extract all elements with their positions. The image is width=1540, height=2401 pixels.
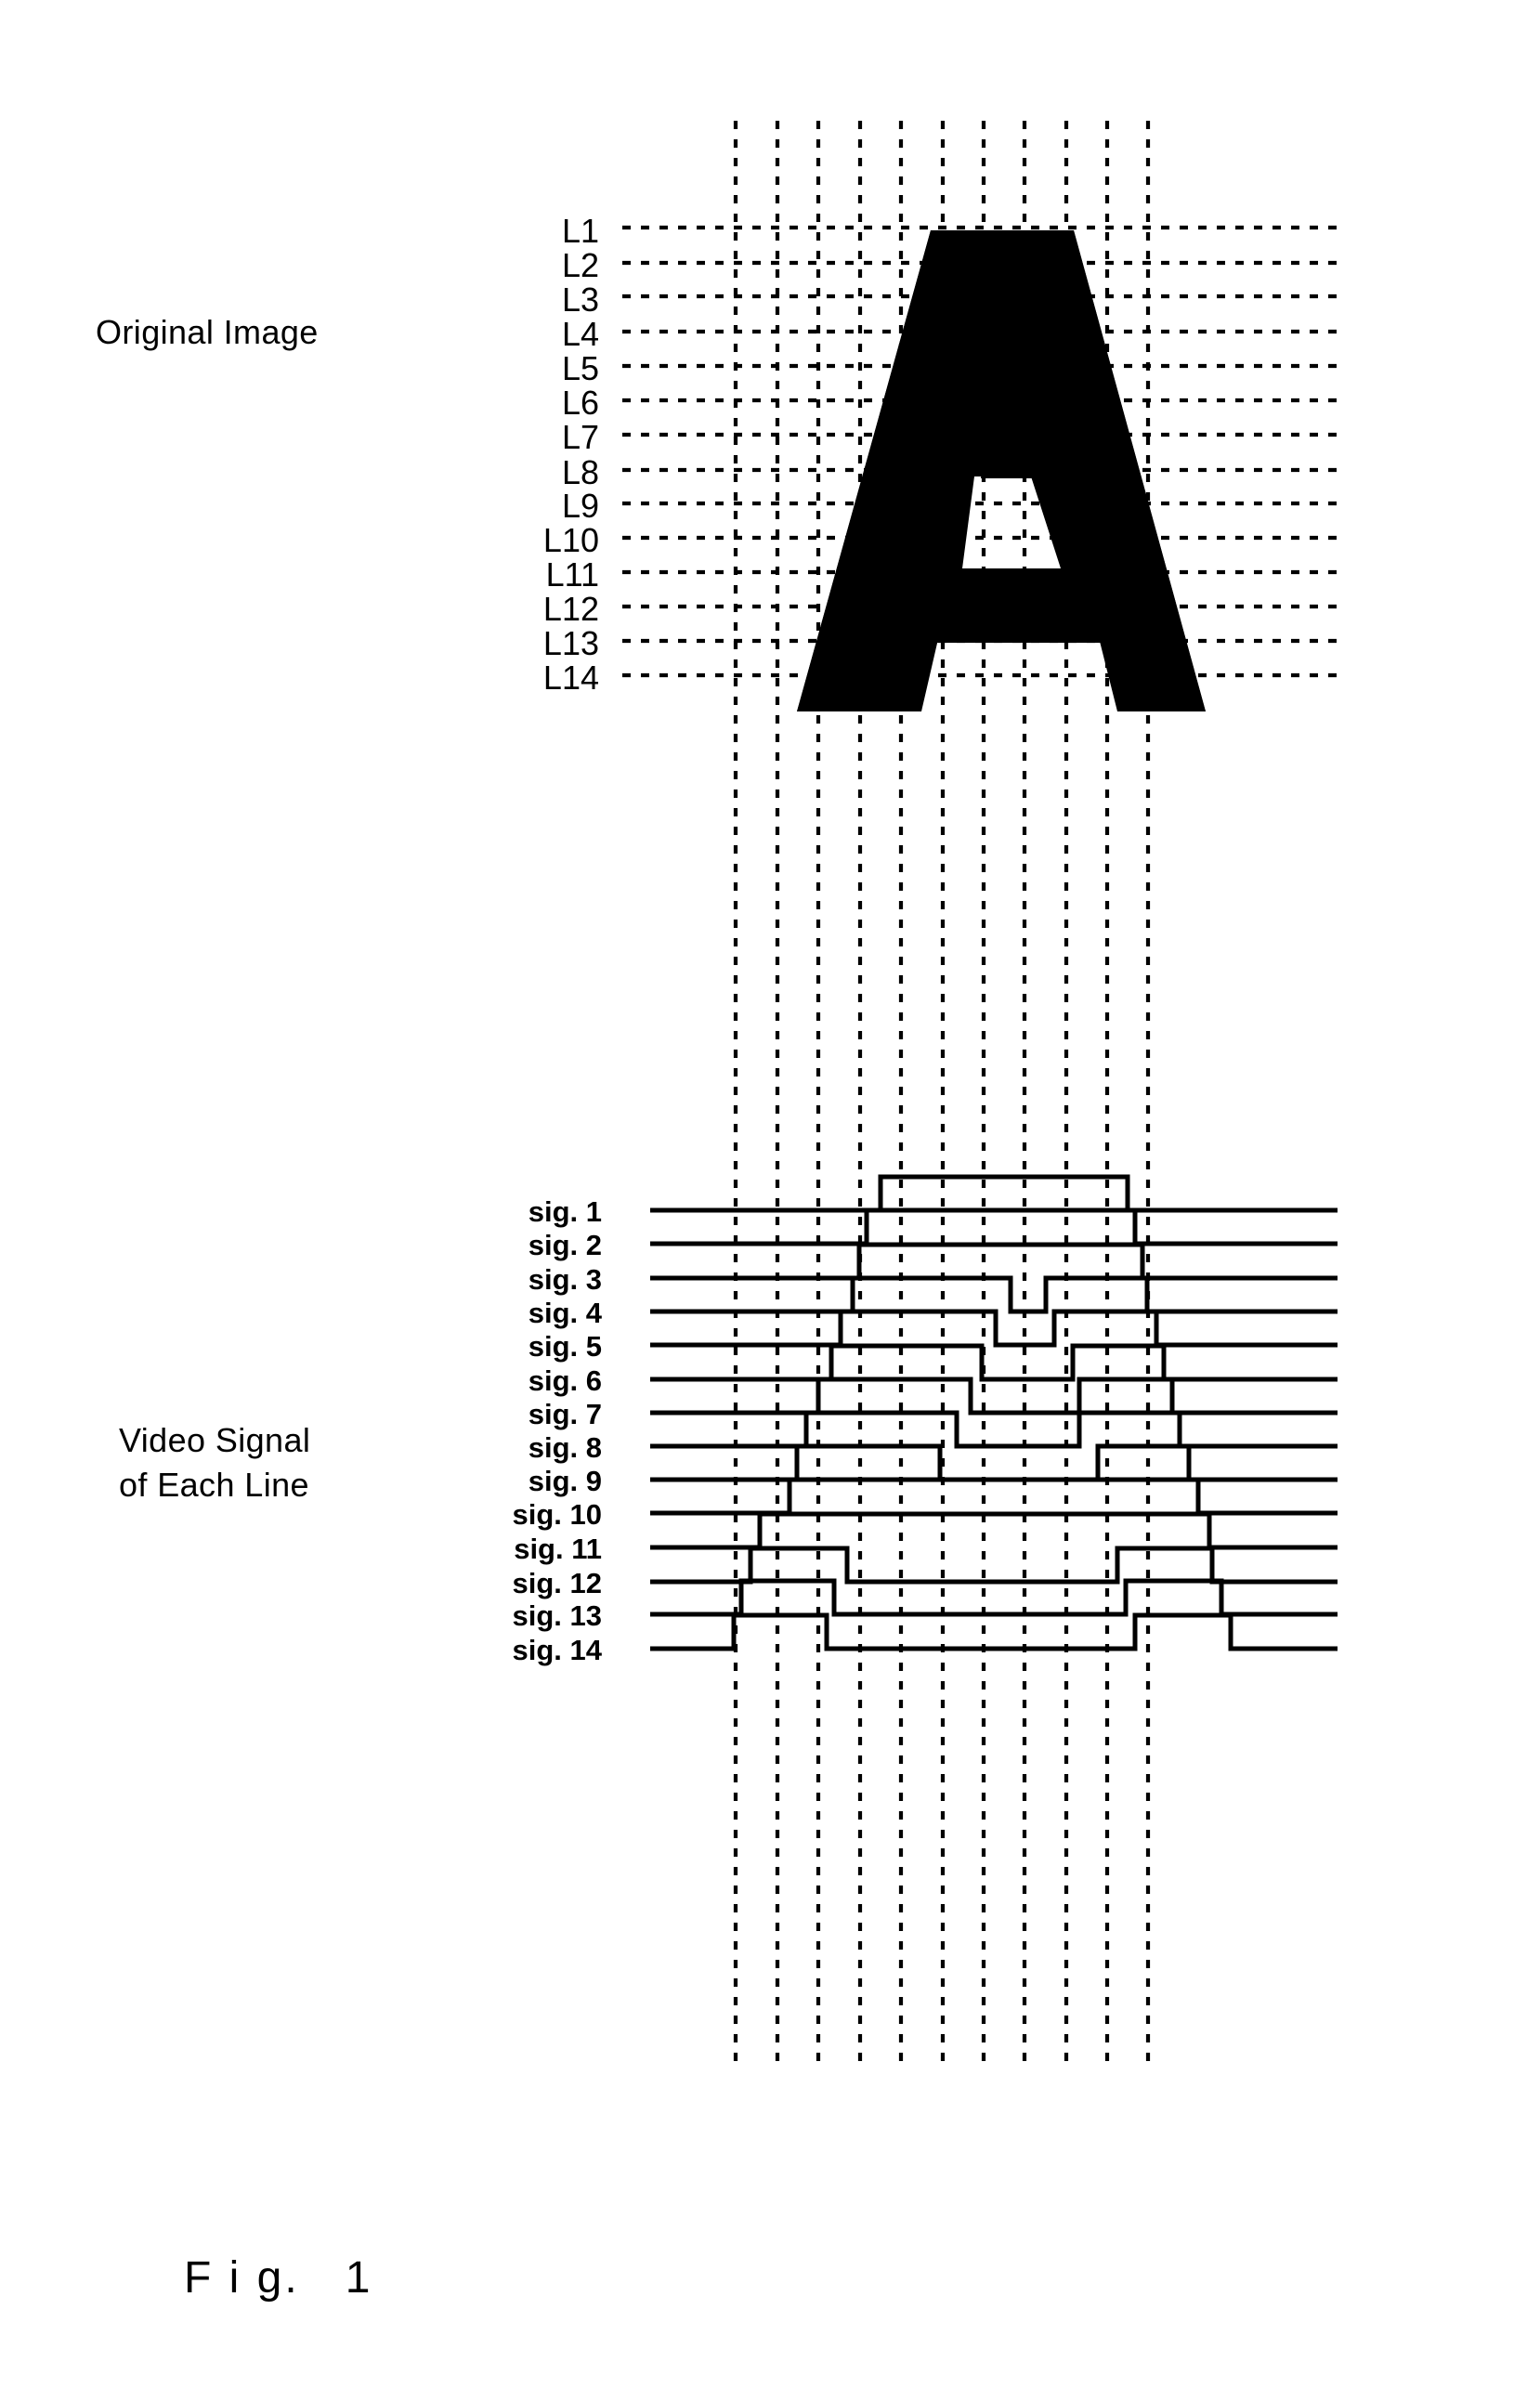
signal-label-14: sig. 14 <box>512 1634 603 1666</box>
signal-label-10: sig. 10 <box>512 1498 603 1531</box>
signal-label-6: sig. 6 <box>528 1364 602 1397</box>
original-image-label: Original Image <box>96 313 319 351</box>
line-label-l5: L5 <box>561 349 599 387</box>
signal-label-3: sig. 3 <box>528 1263 602 1296</box>
line-label-l12: L12 <box>542 590 599 628</box>
line-label-l9: L9 <box>561 487 599 525</box>
line-label-l10: L10 <box>542 521 599 559</box>
signal-label-11: sig. 11 <box>514 1533 602 1565</box>
signal-label-13: sig. 13 <box>512 1599 603 1632</box>
line-label-l14: L14 <box>542 659 599 697</box>
figure-caption: F i g. 1 <box>184 2253 373 2303</box>
page-background <box>0 0 1540 2401</box>
signal-label-12: sig. 12 <box>512 1567 603 1599</box>
line-label-l3: L3 <box>561 281 599 319</box>
signal-label-2: sig. 2 <box>528 1229 602 1261</box>
signal-label-8: sig. 8 <box>528 1431 602 1464</box>
signal-label-7: sig. 7 <box>528 1398 602 1430</box>
line-label-l1: L1 <box>561 212 599 250</box>
line-label-l4: L4 <box>561 315 599 353</box>
signal-label-4: sig. 4 <box>528 1297 602 1329</box>
signal-label-9: sig. 9 <box>528 1465 602 1497</box>
patent-figure-1 <box>0 0 1540 2401</box>
line-label-l7: L7 <box>561 418 599 456</box>
line-label-l2: L2 <box>561 246 599 284</box>
line-label-l6: L6 <box>561 384 599 422</box>
line-label-l13: L13 <box>542 624 599 662</box>
signal-label-5: sig. 5 <box>528 1330 602 1363</box>
signal-label-1: sig. 1 <box>528 1195 602 1228</box>
line-label-l11: L11 <box>545 555 599 594</box>
